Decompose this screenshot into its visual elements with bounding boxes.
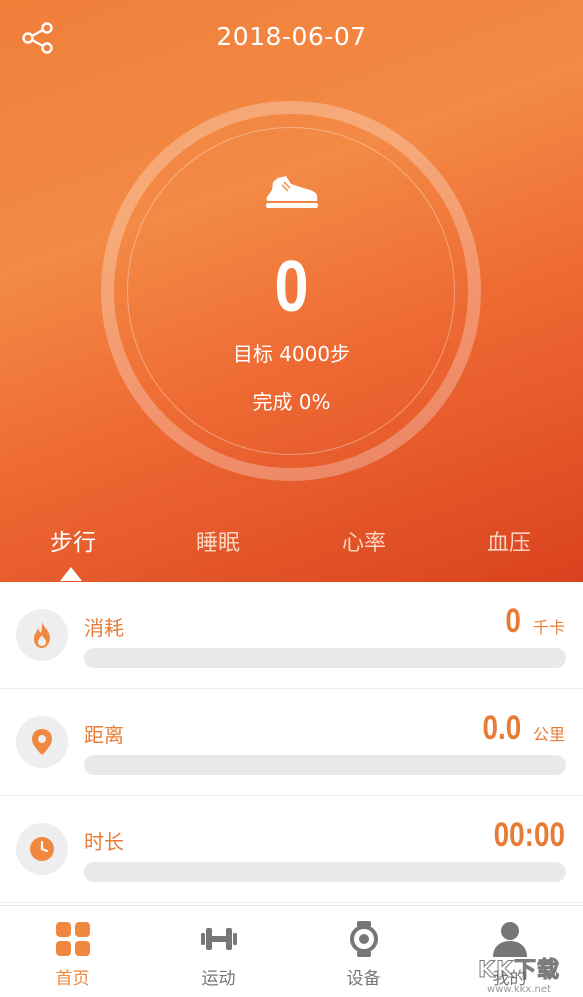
stat-progress-bar [84,862,566,882]
completion-rate: 完成 0% [252,390,331,414]
stat-label: 距离 [84,723,124,747]
flame-icon [16,609,68,661]
tab-blood-pressure[interactable]: 血压 [449,525,569,557]
step-count: 0 [274,247,309,327]
location-pin-icon [16,716,68,768]
stat-label: 时长 [84,830,124,854]
category-tabs: 步行 睡眠 心率 血压 [0,515,583,582]
hero-panel: 2018-06-07 0 目标 4000步 完成 0% 步行 睡眠 心率 血压 [0,0,583,582]
nav-label: 首页 [55,969,90,989]
stat-value: 0 [505,602,521,640]
shoe-icon [266,176,318,208]
stat-progress-bar [84,755,566,775]
watermark-logo: KK下载 www.kkx.net [459,951,579,995]
stat-value: 0.0 [482,709,521,747]
stat-unit: 公里 [532,725,565,744]
stat-progress-bar [84,648,566,668]
stat-unit: 千卡 [532,618,565,637]
tab-walking[interactable]: 步行 [13,523,133,557]
stat-label: 消耗 [84,616,124,640]
stat-row-distance[interactable]: 距离 0.0 公里 [0,689,583,796]
active-tab-indicator [60,567,82,581]
tab-heart-rate[interactable]: 心率 [304,525,424,557]
nav-home[interactable]: 首页 [0,906,145,997]
nav-label: 运动 [201,969,236,989]
stat-value: 00:00 [493,816,565,854]
watermark-url: www.kkx.net [487,983,551,995]
stat-row-calories[interactable]: 消耗 0 千卡 [0,582,583,689]
nav-device[interactable]: 设备 [291,906,436,997]
stat-row-duration[interactable]: 时长 00:00 [0,796,583,903]
clock-icon [16,823,68,875]
date-title[interactable]: 2018-06-07 [0,22,583,51]
nav-sport[interactable]: 运动 [146,906,291,997]
tab-sleep[interactable]: 睡眠 [158,525,278,557]
watermark-text: KK下载 [477,957,561,983]
dumbbell-icon [201,928,237,950]
watch-icon [350,921,378,957]
step-goal: 目标 4000步 [232,342,351,366]
home-grid-icon [56,922,90,956]
nav-label: 设备 [346,969,381,989]
